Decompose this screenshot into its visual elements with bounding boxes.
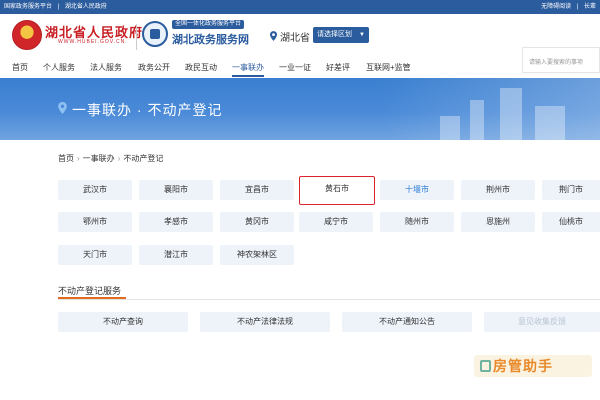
link-elderly-mode[interactable]: 长辈: [584, 4, 596, 10]
city-item-xianning[interactable]: 咸宁市: [299, 212, 373, 232]
link-national-gov-service[interactable]: 国家政务服务平台: [4, 4, 52, 10]
city-item-suizhou[interactable]: 随州市: [380, 212, 454, 232]
nav-one-thing-joint[interactable]: 一事联办: [232, 62, 264, 77]
city-item-xiangyang[interactable]: 襄阳市: [139, 180, 213, 200]
city-item-yichang[interactable]: 宜昌市: [220, 180, 294, 200]
watermark-badge: 房管助手: [474, 355, 592, 377]
link-accessibility[interactable]: 无障碍阅读: [541, 4, 571, 10]
region-select-label: 请选择区划: [317, 31, 352, 38]
service-logo-icon: [142, 21, 168, 47]
city-item-huanggang[interactable]: 黄冈市: [220, 212, 294, 232]
site-header: 湖北省人民政府 WWW.HUBEI.GOV.CN 全国一体化政务服务平台 湖北政…: [0, 14, 600, 58]
nav-home[interactable]: 首页: [12, 62, 28, 73]
section-title: 不动产登记服务: [58, 286, 122, 296]
breadcrumb-home[interactable]: 首页: [58, 154, 74, 163]
city-item-huangshi[interactable]: 黄石市: [299, 176, 375, 205]
region-select-button[interactable]: 请选择区划 ▼: [313, 27, 369, 43]
feedback-button[interactable]: 意见收集反馈: [484, 312, 600, 332]
banner-building-shape: [470, 100, 484, 140]
property-regulations-button[interactable]: 不动产法律法规: [200, 312, 330, 332]
page-banner: 一事联办 · 不动产登记: [0, 78, 600, 140]
header-divider: [136, 24, 137, 50]
banner-backdrop: [380, 78, 600, 140]
property-notices-button[interactable]: 不动产通知公告: [342, 312, 472, 332]
city-item-xiantao[interactable]: 仙桃市: [542, 212, 600, 232]
city-item-ezhou[interactable]: 鄂州市: [58, 212, 132, 232]
city-item-shennongjia[interactable]: 神农架林区: [220, 245, 294, 265]
nav-citizen-interaction[interactable]: 政民互动: [185, 62, 217, 73]
breadcrumb-current: 不动产登记: [123, 154, 164, 163]
city-item-enshi[interactable]: 恩施州: [461, 212, 535, 232]
breadcrumb-one-thing-joint[interactable]: 一事联办: [83, 154, 115, 163]
banner-building-shape: [500, 88, 522, 140]
banner-building-shape: [535, 106, 565, 140]
city-item-tianmen[interactable]: 天门市: [58, 245, 132, 265]
main-nav: 首页 个人服务 法人服务 政务公开 政民互动 一事联办 一业一证 好差评 互联网…: [0, 58, 600, 78]
caret-down-icon: ▼: [359, 32, 365, 38]
city-item-wuhan[interactable]: 武汉市: [58, 180, 132, 200]
nav-gov-affairs-public[interactable]: 政务公开: [138, 62, 170, 73]
city-item-shiyan[interactable]: 十堰市: [380, 180, 454, 200]
watermark-logo-icon: [480, 360, 491, 372]
location-pin-icon: [58, 102, 67, 114]
location-pin-icon: [270, 31, 277, 41]
link-hubei-gov[interactable]: 湖北省人民政府: [65, 4, 107, 10]
city-item-qianjiang[interactable]: 潜江市: [139, 245, 213, 265]
banner-building-shape: [440, 116, 460, 140]
breadcrumb: 首页 › 一事联办 › 不动产登记: [58, 154, 164, 163]
city-item-jingzhou[interactable]: 荆州市: [461, 180, 535, 200]
current-location: 湖北省: [280, 33, 310, 44]
nav-service-rating[interactable]: 好差评: [326, 62, 350, 73]
watermark-text: 房管助手: [493, 358, 553, 374]
service-site-title[interactable]: 湖北政务服务网: [172, 31, 249, 47]
gov-site-domain: WWW.HUBEI.GOV.CN: [58, 39, 126, 45]
nav-internet-supervision[interactable]: 互联网+监管: [366, 62, 411, 73]
nav-legal-entity-service[interactable]: 法人服务: [90, 62, 122, 73]
city-item-xiaogan[interactable]: 孝感市: [139, 212, 213, 232]
top-utility-bar: 国家政务服务平台 | 湖北省人民政府 无障碍阅读 | 长辈: [0, 0, 600, 14]
service-platform-tag: 全国一体化政务服务平台: [172, 20, 245, 29]
city-item-jingmen[interactable]: 荆门市: [542, 180, 600, 200]
national-emblem-icon: [12, 20, 42, 50]
nav-one-industry-license[interactable]: 一业一证: [279, 62, 311, 73]
section-divider: [58, 299, 600, 300]
property-query-button[interactable]: 不动产查询: [58, 312, 188, 332]
search-input[interactable]: 请输入要搜索的事项: [522, 47, 600, 73]
page-title: 一事联办 · 不动产登记: [72, 102, 223, 118]
nav-personal-service[interactable]: 个人服务: [43, 62, 75, 73]
